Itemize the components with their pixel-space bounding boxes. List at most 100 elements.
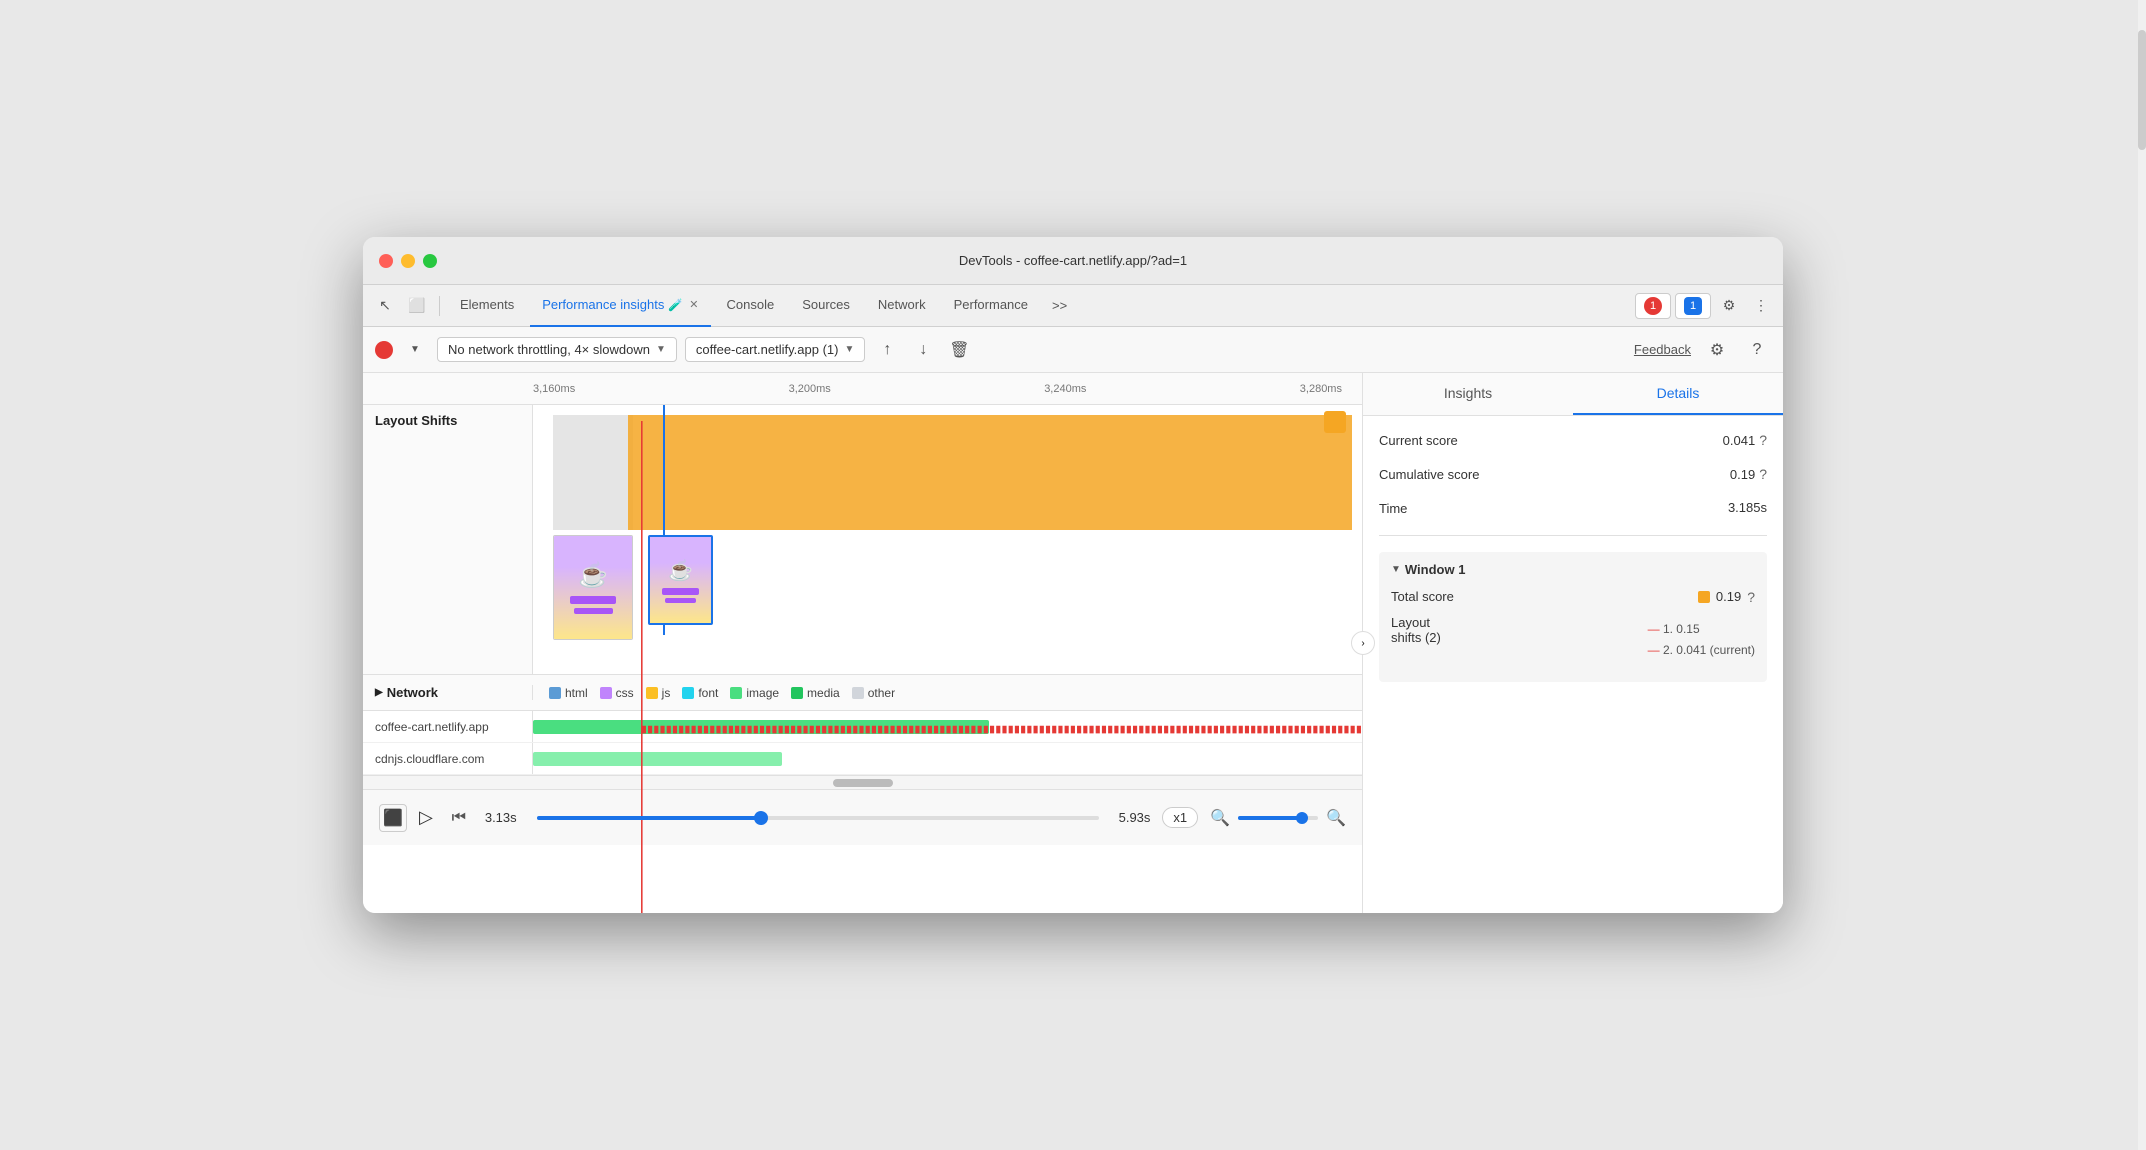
- total-score-value: 0.19 ?: [1698, 589, 1755, 605]
- timeline-ruler: 3,160ms 3,200ms 3,240ms 3,280ms: [363, 373, 1362, 405]
- zoom-controls: 🔍 🔍: [1210, 808, 1346, 828]
- network-bar-2: [533, 752, 782, 766]
- legend-js: js: [646, 686, 671, 700]
- layout-shift-2: — 2. 0.041 (current): [1648, 640, 1755, 662]
- help-icon[interactable]: ?: [1743, 336, 1771, 364]
- network-rows-container: coffee-cart.netlify.app cdnjs.cloudflare…: [363, 711, 1362, 775]
- network-expand-icon[interactable]: ▶: [375, 687, 383, 698]
- legend-media: media: [791, 686, 840, 700]
- tab-insights[interactable]: Insights: [1363, 373, 1573, 415]
- network-row-2: cdnjs.cloudflare.com: [363, 743, 1362, 775]
- error-badge[interactable]: 1: [1635, 293, 1671, 319]
- delete-icon[interactable]: 🗑: [945, 336, 973, 364]
- chevron-down-icon: ▼: [844, 344, 854, 355]
- more-tabs-button[interactable]: >>: [1044, 298, 1075, 313]
- timeline-scrubber[interactable]: [537, 816, 1099, 820]
- tab-console[interactable]: Console: [715, 285, 787, 327]
- insights-panel: Insights Details Current score 0.041 ? C…: [1363, 373, 1783, 913]
- zoom-slider[interactable]: [1238, 816, 1318, 820]
- download-icon[interactable]: ↓: [909, 336, 937, 364]
- window-title: DevTools - coffee-cart.netlify.app/?ad=1: [959, 253, 1187, 268]
- maximize-button[interactable]: [423, 254, 437, 268]
- record-button[interactable]: [375, 341, 393, 359]
- more-options-icon[interactable]: ⋮: [1747, 292, 1775, 320]
- window-1-header: ▼ Window 1: [1391, 562, 1755, 577]
- title-bar: DevTools - coffee-cart.netlify.app/?ad=1: [363, 237, 1783, 285]
- layout-shifts-details: — 1. 0.15 — 2. 0.041 (current): [1648, 619, 1755, 662]
- image-dot: [730, 687, 742, 699]
- cumulative-score-row: Cumulative score 0.19 ?: [1379, 466, 1767, 484]
- tab-details[interactable]: Details: [1573, 373, 1783, 415]
- minimize-button[interactable]: [401, 254, 415, 268]
- settings-gear-icon[interactable]: ⚙: [1703, 336, 1731, 364]
- network-row-2-bars: [533, 743, 1362, 774]
- time-label: Time: [1379, 500, 1407, 518]
- insights-tabs: Insights Details: [1363, 373, 1783, 416]
- total-score-label: Total score: [1391, 589, 1454, 604]
- zoom-fill: [1238, 816, 1302, 820]
- error-icon: 1: [1644, 297, 1662, 315]
- close-button[interactable]: [379, 254, 393, 268]
- cumulative-score-value: 0.19 ?: [1730, 466, 1767, 482]
- cursor-icon[interactable]: ↖: [371, 292, 399, 320]
- zoom-thumb: [1296, 812, 1308, 824]
- settings-icon[interactable]: ⚙: [1715, 292, 1743, 320]
- cumulative-score-help-icon[interactable]: ?: [1759, 466, 1767, 482]
- performance-toolbar: ▼ No network throttling, 4× slowdown ▼ c…: [363, 327, 1783, 373]
- timeline-fill: [537, 816, 762, 820]
- tab-network[interactable]: Network: [866, 285, 938, 327]
- divider: [1379, 535, 1767, 536]
- media-dot: [791, 687, 803, 699]
- orange-bar: [628, 415, 1352, 530]
- current-score-help-icon[interactable]: ?: [1759, 432, 1767, 448]
- info-badge[interactable]: 1: [1675, 293, 1711, 319]
- start-time: 3.13s: [485, 810, 517, 825]
- dropdown-arrow-icon[interactable]: ▼: [401, 336, 429, 364]
- font-dot: [682, 687, 694, 699]
- total-score-help-icon[interactable]: ?: [1747, 589, 1755, 605]
- throttle-dropdown[interactable]: No network throttling, 4× slowdown ▼: [437, 337, 677, 362]
- html-dot: [549, 687, 561, 699]
- collapse-icon[interactable]: ▼: [1391, 564, 1401, 575]
- devtools-window: DevTools - coffee-cart.netlify.app/?ad=1…: [363, 237, 1783, 913]
- bottom-controls: ⬛ ▷ ⏮ 3.13s 5.93s x1 🔍 🔍: [363, 789, 1362, 845]
- tab-performance-insights[interactable]: Performance insights 🧪 ✕: [530, 285, 710, 327]
- current-score-value: 0.041 ?: [1723, 432, 1767, 448]
- tab-performance[interactable]: Performance: [942, 285, 1040, 327]
- play-button[interactable]: ▷: [419, 807, 433, 828]
- network-legend: html css js font: [533, 686, 911, 700]
- speed-badge[interactable]: x1: [1162, 807, 1198, 828]
- layout-shifts-row: Layoutshifts (2) — 1. 0.15 — 2. 0.041 (c…: [1391, 615, 1755, 662]
- network-row-2-label: cdnjs.cloudflare.com: [363, 743, 533, 774]
- chevron-down-icon: ▼: [656, 344, 666, 355]
- timeline-thumb: [754, 811, 768, 825]
- legend-other: other: [852, 686, 895, 700]
- url-dropdown[interactable]: coffee-cart.netlify.app (1) ▼: [685, 337, 866, 362]
- separator: [439, 296, 440, 316]
- panel-collapse-button[interactable]: ›: [1351, 631, 1375, 655]
- current-score-label: Current score: [1379, 432, 1458, 450]
- layout-shifts-section: Layout Shifts ☕: [363, 405, 1362, 675]
- upload-icon[interactable]: ↑: [873, 336, 901, 364]
- window-1-section: ▼ Window 1 Total score 0.19 ?: [1379, 552, 1767, 682]
- thumb-before-mockup: ☕: [554, 536, 632, 639]
- tab-close-icon[interactable]: ✕: [689, 298, 698, 311]
- zoom-in-icon[interactable]: 🔍: [1326, 808, 1346, 828]
- device-toolbar-icon[interactable]: ⬜: [403, 292, 431, 320]
- layout-shifts-label: Layoutshifts (2): [1391, 615, 1441, 645]
- main-content: 3,160ms 3,200ms 3,240ms 3,280ms Layout S…: [363, 373, 1783, 913]
- tab-sources[interactable]: Sources: [790, 285, 862, 327]
- screenshot-icon[interactable]: ⬛: [379, 804, 407, 832]
- feedback-link[interactable]: Feedback: [1634, 342, 1691, 357]
- js-dot: [646, 687, 658, 699]
- network-row-1-bars: [533, 711, 1362, 742]
- skip-back-icon[interactable]: ⏮: [445, 804, 473, 832]
- timeline-scrollbar[interactable]: [363, 775, 1362, 789]
- zoom-out-icon[interactable]: 🔍: [1210, 808, 1230, 828]
- gray-bar: [553, 415, 633, 530]
- layout-shifts-label: Layout Shifts: [363, 405, 533, 674]
- other-dot: [852, 687, 864, 699]
- legend-image: image: [730, 686, 779, 700]
- tab-elements[interactable]: Elements: [448, 285, 526, 327]
- toolbar-right: 1 1 ⚙ ⋮: [1635, 292, 1775, 320]
